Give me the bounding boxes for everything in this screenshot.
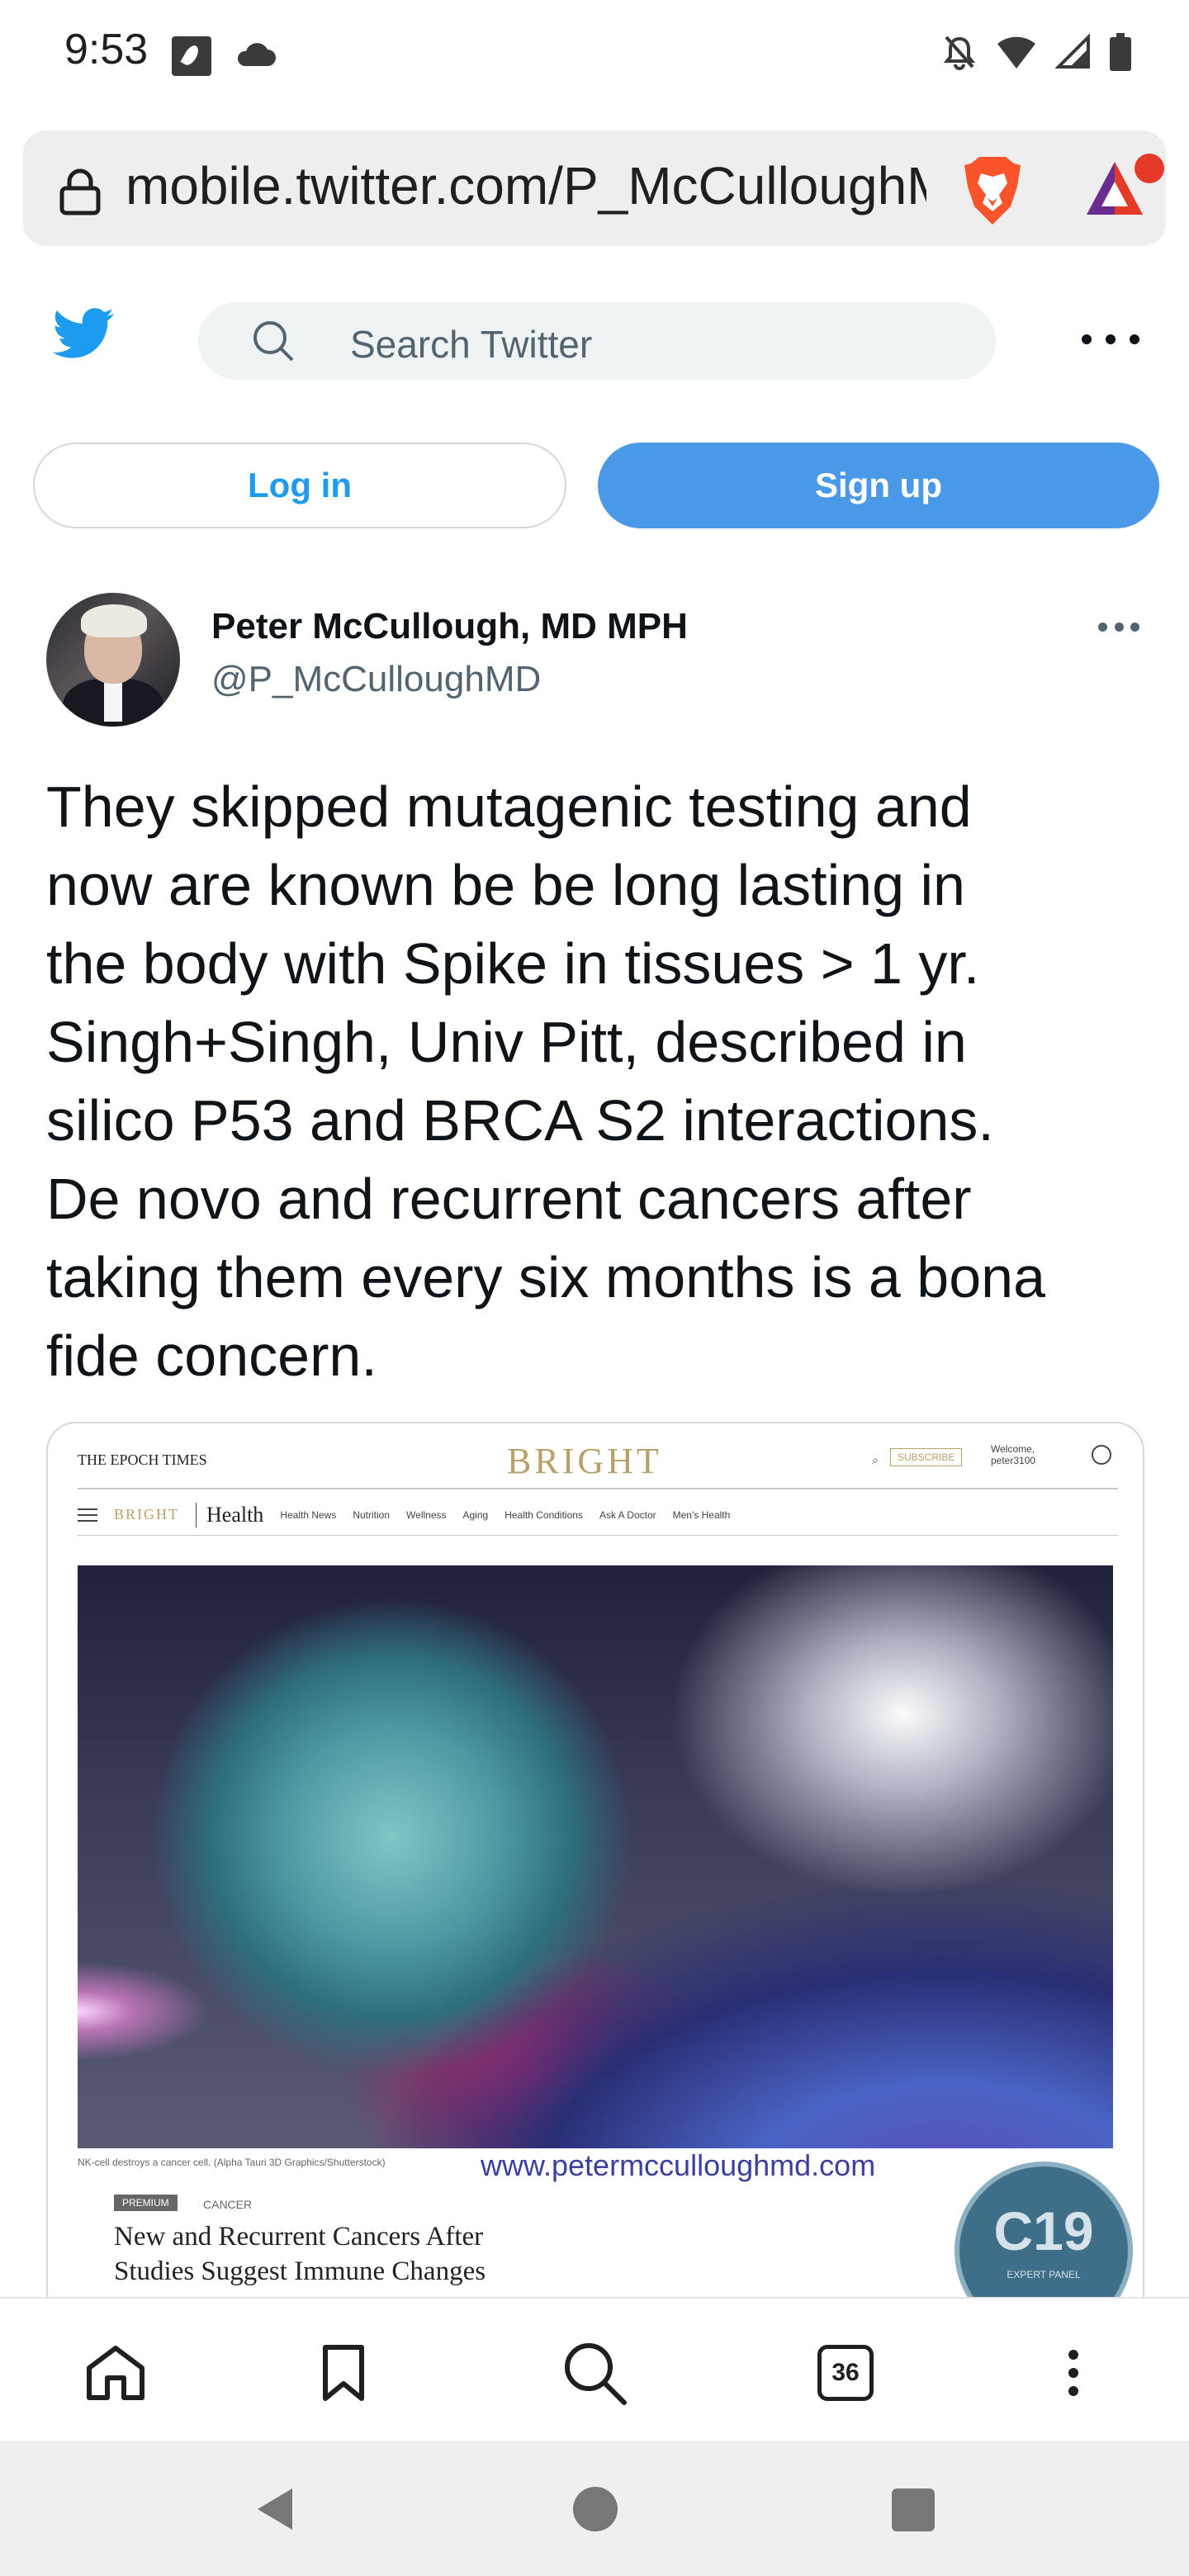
nav-item: Ask A Doctor bbox=[599, 1508, 656, 1521]
home-icon[interactable] bbox=[83, 2340, 149, 2406]
home-nav-icon[interactable] bbox=[573, 2487, 618, 2531]
browser-toolbar: 36 bbox=[0, 2297, 1189, 2441]
article-nav: BRIGHT Health Health News Nutrition Well… bbox=[78, 1494, 1118, 1536]
system-navigation-bar bbox=[0, 2441, 1189, 2576]
signal-icon bbox=[1055, 34, 1090, 69]
brave-rewards-icon[interactable] bbox=[1085, 152, 1164, 221]
nav-item: Health Conditions bbox=[504, 1508, 583, 1521]
twitter-search-box[interactable]: Search Twitter bbox=[198, 302, 996, 380]
image-caption: NK-cell destroys a cancer cell. (Alpha T… bbox=[78, 2157, 386, 2168]
bell-off-icon bbox=[943, 36, 976, 70]
c19-sub: EXPERT PANEL bbox=[1007, 2269, 1081, 2280]
url-text[interactable]: mobile.twitter.com/P_McCulloughMD bbox=[126, 155, 926, 216]
section-logo: BRIGHT bbox=[507, 1441, 662, 1481]
author-display-name[interactable]: Peter McCullough, MD MPH bbox=[211, 606, 688, 647]
nav-item: Health News bbox=[280, 1508, 337, 1521]
avatar[interactable] bbox=[46, 593, 180, 727]
tweet-media-image[interactable]: THE EPOCH TIMES BRIGHT ⌕ SUBSCRIBE Welco… bbox=[46, 1422, 1144, 2330]
tweet-more-icon[interactable] bbox=[1098, 616, 1139, 637]
status-bar: 9:53 bbox=[0, 0, 1189, 107]
bookmark-icon[interactable] bbox=[310, 2340, 377, 2406]
cancer-cell-illustration bbox=[78, 1565, 1113, 2148]
tabs-icon[interactable]: 36 bbox=[812, 2340, 879, 2406]
search-icon bbox=[253, 321, 294, 362]
tabs-count[interactable]: 36 bbox=[817, 2345, 874, 2401]
article-title: New and Recurrent Cancers After Studies … bbox=[114, 2222, 486, 2286]
twitter-bird-icon[interactable] bbox=[46, 307, 116, 365]
author-handle[interactable]: @P_McCulloughMD bbox=[211, 659, 541, 700]
watermark-url: www.petermcculloughmd.com bbox=[481, 2148, 876, 2182]
brave-lion-icon[interactable] bbox=[959, 154, 1026, 228]
log-in-button[interactable]: Log in bbox=[33, 443, 566, 528]
nav-bright: BRIGHT bbox=[114, 1506, 179, 1522]
nav-item: Wellness bbox=[406, 1508, 447, 1521]
welcome-text: Welcome, peter3100 bbox=[991, 1443, 1036, 1466]
search-icon[interactable] bbox=[561, 2340, 628, 2406]
status-time: 9:53 bbox=[64, 26, 149, 73]
article-header: THE EPOCH TIMES BRIGHT ⌕ SUBSCRIBE Welco… bbox=[78, 1423, 1118, 1489]
subscribe-label: SUBSCRIBE bbox=[890, 1448, 963, 1466]
lock-icon[interactable] bbox=[58, 167, 102, 216]
wifi-icon bbox=[997, 36, 1035, 69]
nav-health: Health bbox=[196, 1502, 263, 1527]
hamburger-icon bbox=[78, 1508, 97, 1522]
nav-item: Men's Health bbox=[672, 1508, 731, 1521]
premium-badge: PREMIUM bbox=[114, 2195, 178, 2211]
more-options-icon[interactable] bbox=[1082, 319, 1139, 360]
battery-icon bbox=[1110, 33, 1131, 71]
nav-item: Aging bbox=[462, 1508, 489, 1521]
search-placeholder[interactable]: Search Twitter bbox=[350, 322, 592, 367]
back-icon[interactable] bbox=[254, 2485, 296, 2533]
menu-icon[interactable] bbox=[1040, 2340, 1106, 2406]
publisher-logo: THE EPOCH TIMES bbox=[78, 1451, 207, 1468]
address-bar[interactable]: mobile.twitter.com/P_McCulloughMD bbox=[23, 130, 1166, 246]
article-search-icon: ⌕ bbox=[872, 1453, 879, 1466]
sign-up-button[interactable]: Sign up bbox=[598, 443, 1159, 528]
user-icon bbox=[1092, 1445, 1111, 1465]
app-notification-icon bbox=[172, 36, 211, 76]
category-label: CANCER bbox=[203, 2198, 253, 2211]
nav-item: Nutrition bbox=[353, 1508, 391, 1521]
c19-text: C19 bbox=[993, 2200, 1094, 2261]
cloud-icon bbox=[237, 43, 276, 66]
recents-icon[interactable] bbox=[892, 2488, 935, 2531]
tweet-text: They skipped mutagenic testing and now a… bbox=[46, 774, 1046, 1388]
